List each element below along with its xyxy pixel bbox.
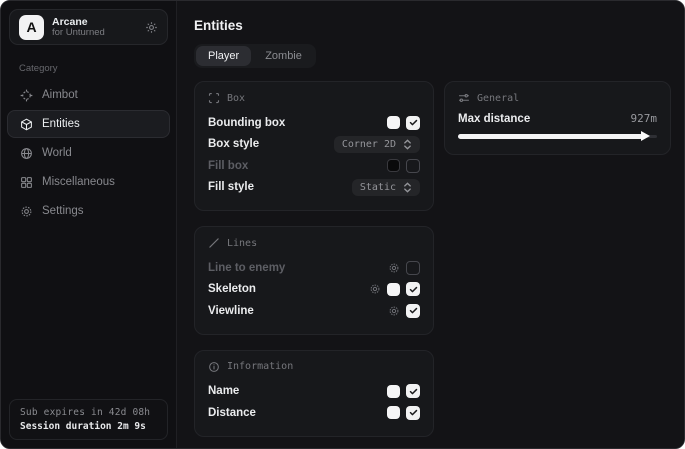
diagonal-line-icon bbox=[208, 237, 220, 249]
name-label: Name bbox=[208, 385, 387, 397]
line-to-enemy-row: Line to enemy bbox=[208, 257, 420, 279]
sidebar-item-entities[interactable]: Entities bbox=[7, 110, 170, 138]
info-icon bbox=[208, 361, 220, 373]
app-window: A Arcane for Unturned Category bbox=[0, 0, 685, 449]
skeleton-settings-icon[interactable] bbox=[369, 283, 381, 295]
max-distance-row: Max distance 927m bbox=[458, 112, 657, 125]
max-distance-value: 927m bbox=[631, 112, 658, 125]
sidebar-nav: Aimbot Entities bbox=[1, 81, 176, 225]
bounding-box-row: Bounding box bbox=[208, 112, 420, 134]
viewline-settings-icon[interactable] bbox=[388, 305, 400, 317]
bounding-box-checkbox[interactable] bbox=[406, 116, 420, 130]
page-title: Entities bbox=[194, 18, 671, 33]
viewline-row: Viewline bbox=[208, 300, 420, 322]
unfold-icon bbox=[403, 182, 412, 193]
sliders-icon bbox=[458, 92, 470, 104]
sidebar-item-aimbot[interactable]: Aimbot bbox=[7, 81, 170, 109]
section-title: Box bbox=[227, 93, 245, 104]
information-section: Information Name Distance bbox=[194, 350, 434, 437]
sidebar-item-label: World bbox=[42, 147, 72, 159]
max-distance-slider[interactable] bbox=[458, 130, 657, 142]
sub-expires-text: Sub expires in 42d 08h bbox=[20, 407, 157, 418]
scan-corners-icon bbox=[208, 92, 220, 104]
name-color-swatch[interactable] bbox=[387, 385, 400, 398]
fill-box-row: Fill box bbox=[208, 155, 420, 177]
line-to-enemy-checkbox[interactable] bbox=[406, 261, 420, 275]
sidebar-item-label: Settings bbox=[42, 205, 84, 217]
bounding-box-color-swatch[interactable] bbox=[387, 116, 400, 129]
name-row: Name bbox=[208, 381, 420, 403]
logo-settings-icon[interactable] bbox=[145, 21, 158, 34]
category-label: Category bbox=[19, 63, 158, 74]
fill-style-label: Fill style bbox=[208, 181, 352, 193]
sidebar-item-label: Aimbot bbox=[42, 89, 78, 101]
skeleton-color-swatch[interactable] bbox=[387, 283, 400, 296]
fill-style-value: Static bbox=[360, 182, 396, 193]
section-title: General bbox=[477, 93, 519, 104]
globe-icon bbox=[20, 147, 33, 160]
fill-style-dropdown[interactable]: Static bbox=[352, 179, 420, 196]
sidebar: A Arcane for Unturned Category bbox=[1, 1, 177, 448]
line-to-enemy-label: Line to enemy bbox=[208, 262, 388, 274]
box-style-value: Corner 2D bbox=[342, 139, 396, 150]
unfold-icon bbox=[403, 139, 412, 150]
box-section: Box Bounding box Box style bbox=[194, 81, 434, 211]
gear-icon bbox=[20, 205, 33, 218]
sidebar-item-label: Entities bbox=[42, 118, 80, 130]
subscription-info: Sub expires in 42d 08h Session duration … bbox=[9, 399, 168, 440]
general-section: General Max distance 927m bbox=[444, 81, 671, 155]
viewline-checkbox[interactable] bbox=[406, 304, 420, 318]
slider-fill bbox=[458, 134, 643, 139]
sidebar-item-settings[interactable]: Settings bbox=[7, 197, 170, 225]
section-title: Information bbox=[227, 361, 293, 372]
viewline-label: Viewline bbox=[208, 305, 388, 317]
crosshair-icon bbox=[20, 89, 33, 102]
fill-box-label: Fill box bbox=[208, 160, 387, 172]
box-style-label: Box style bbox=[208, 138, 334, 150]
distance-color-swatch[interactable] bbox=[387, 406, 400, 419]
skeleton-checkbox[interactable] bbox=[406, 282, 420, 296]
app-subtitle: for Unturned bbox=[52, 28, 137, 39]
skeleton-label: Skeleton bbox=[208, 283, 369, 295]
entity-tabs: Player Zombie bbox=[194, 44, 316, 68]
lines-section: Lines Line to enemy Skeleton bbox=[194, 226, 434, 335]
section-title: Lines bbox=[227, 238, 257, 249]
sidebar-item-miscellaneous[interactable]: Miscellaneous bbox=[7, 168, 170, 196]
max-distance-label: Max distance bbox=[458, 113, 631, 125]
fill-box-color-swatch[interactable] bbox=[387, 159, 400, 172]
skeleton-row: Skeleton bbox=[208, 279, 420, 301]
distance-label: Distance bbox=[208, 407, 387, 419]
fill-box-checkbox[interactable] bbox=[406, 159, 420, 173]
grid-icon bbox=[20, 176, 33, 189]
distance-row: Distance bbox=[208, 402, 420, 424]
session-duration-text: Session duration 2m 9s bbox=[20, 421, 157, 432]
logo-card: A Arcane for Unturned bbox=[9, 9, 168, 45]
slider-handle[interactable] bbox=[641, 131, 650, 141]
name-checkbox[interactable] bbox=[406, 384, 420, 398]
main-content: Entities Player Zombie Box bbox=[177, 1, 684, 448]
box-style-dropdown[interactable]: Corner 2D bbox=[334, 136, 420, 153]
entities-cube-icon bbox=[20, 118, 33, 131]
sidebar-item-world[interactable]: World bbox=[7, 139, 170, 167]
fill-style-row: Fill style Static bbox=[208, 177, 420, 199]
app-title: Arcane bbox=[52, 16, 137, 28]
bounding-box-label: Bounding box bbox=[208, 117, 387, 129]
line-to-enemy-settings-icon[interactable] bbox=[388, 262, 400, 274]
box-style-row: Box style Corner 2D bbox=[208, 134, 420, 156]
tab-player[interactable]: Player bbox=[196, 46, 251, 66]
sidebar-item-label: Miscellaneous bbox=[42, 176, 115, 188]
app-logo: A bbox=[19, 15, 44, 40]
tab-zombie[interactable]: Zombie bbox=[253, 46, 314, 66]
distance-checkbox[interactable] bbox=[406, 406, 420, 420]
